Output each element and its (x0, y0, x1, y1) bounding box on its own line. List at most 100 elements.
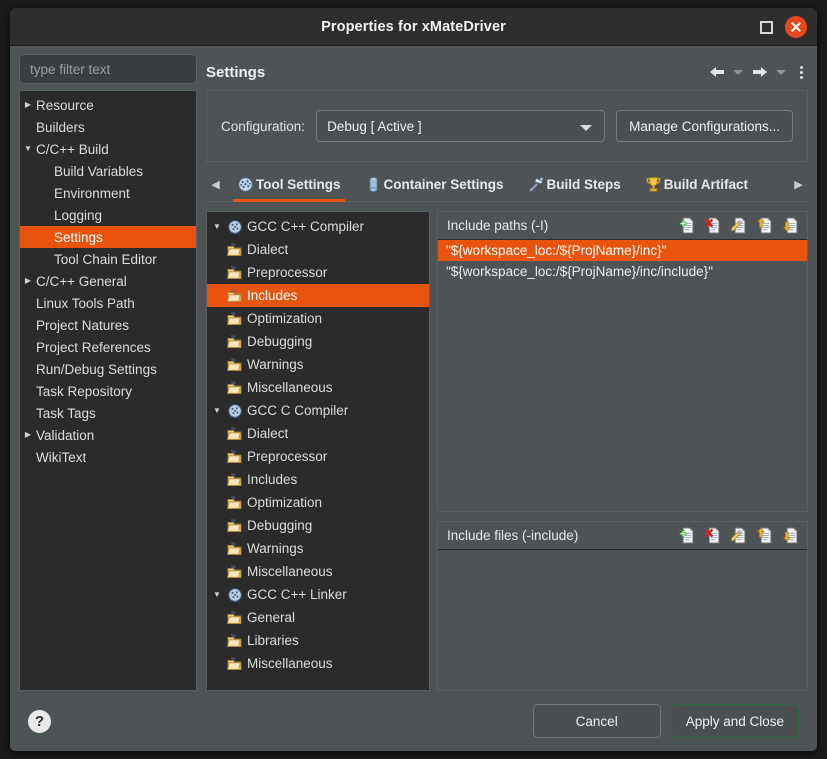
tool-option-preprocessor[interactable]: Preprocessor (207, 261, 429, 284)
edit-icon[interactable] (731, 527, 748, 544)
sidebar-item-logging[interactable]: Logging (20, 204, 196, 226)
sidebar-item-project-natures[interactable]: Project Natures (20, 314, 196, 336)
sidebar-item-project-references[interactable]: Project References (20, 336, 196, 358)
chevron-right-icon[interactable]: ▶ (20, 270, 36, 292)
window-controls (760, 8, 807, 46)
edit-icon[interactable] (731, 217, 748, 234)
tool-option-label: Optimization (247, 311, 323, 326)
tab-tool-settings[interactable]: Tool Settings (225, 168, 353, 202)
sidebar-item-label: Project References (36, 339, 151, 355)
manage-configurations-button[interactable]: Manage Configurations... (616, 110, 793, 142)
sidebar-item-c-c-general[interactable]: ▶ C/C++ General (20, 270, 196, 292)
tool-option-optimization[interactable]: Optimization (207, 491, 429, 514)
close-icon[interactable] (785, 16, 807, 38)
include-files-toolbar (679, 527, 800, 544)
tool-option-includes[interactable]: Includes (207, 468, 429, 491)
navigation-column: ▶ResourceBuilders▼C/C++ BuildBuild Varia… (19, 54, 197, 691)
sidebar-item-build-variables[interactable]: Build Variables (20, 160, 196, 182)
back-history-chevron-down-icon[interactable] (733, 65, 744, 79)
back-arrow-icon[interactable] (708, 63, 726, 81)
include-paths-list[interactable]: "${workspace_loc:/${ProjName}/inc}" "${wo… (438, 240, 807, 511)
tool-option-gcc-c++-linker[interactable]: ▼ GCC C++ Linker (207, 583, 429, 606)
sidebar-item-environment[interactable]: Environment (20, 182, 196, 204)
include-files-list[interactable] (438, 550, 807, 690)
chevron-down-icon[interactable]: ▼ (207, 222, 227, 231)
add-icon[interactable] (679, 527, 696, 544)
sidebar-item-label: Project Natures (36, 317, 130, 333)
sidebar-item-label: Settings (54, 229, 103, 245)
add-icon[interactable] (679, 217, 696, 234)
include-paths-title: Include paths (-I) (447, 218, 549, 233)
sidebar-item-c-c-build[interactable]: ▼ C/C++ Build (20, 138, 196, 160)
sidebar-item-wikitext[interactable]: WikiText (20, 446, 196, 468)
forward-history-chevron-down-icon[interactable] (776, 65, 787, 79)
help-icon[interactable]: ? (28, 709, 51, 733)
apply-and-close-button[interactable]: Apply and Close (670, 704, 799, 738)
tool-option-gcc-c-compiler[interactable]: ▼ GCC C Compiler (207, 399, 429, 422)
maximize-icon[interactable] (760, 20, 773, 34)
delete-icon[interactable] (705, 217, 722, 234)
chevron-down-icon[interactable]: ▼ (207, 406, 227, 415)
list-item[interactable]: "${workspace_loc:/${ProjName}/inc/includ… (438, 261, 807, 282)
tool-option-debugging[interactable]: Debugging (207, 330, 429, 353)
tool-option-gcc-c++-compiler[interactable]: ▼ GCC C++ Compiler (207, 215, 429, 238)
cancel-button[interactable]: Cancel (532, 704, 661, 738)
tool-option-label: Miscellaneous (247, 656, 333, 671)
sidebar-item-task-tags[interactable]: Task Tags (20, 402, 196, 424)
move-up-icon[interactable] (756, 527, 774, 544)
sidebar-item-label: C/C++ Build (36, 141, 109, 157)
configuration-select[interactable]: Debug [ Active ] (316, 110, 606, 142)
tool-option-warnings[interactable]: Warnings (207, 353, 429, 376)
tab-build-artifact[interactable]: Build Artifact (633, 168, 760, 201)
tool-option-label: Miscellaneous (247, 380, 333, 395)
folder-icon (227, 495, 245, 511)
settings-nav-tree[interactable]: ▶ Resource Builders ▼ C/C++ Build Build Varia… (19, 90, 197, 691)
tool-option-includes[interactable]: Includes (207, 284, 429, 307)
sidebar-item-settings[interactable]: Settings (20, 226, 196, 248)
tool-option-label: Warnings (247, 541, 304, 556)
sidebar-item-run-debug-settings[interactable]: Run/Debug Settings (20, 358, 196, 380)
tool-option-warnings[interactable]: Warnings (207, 537, 429, 560)
chevron-right-icon[interactable]: ▶ (20, 424, 36, 446)
tab-scroll-left-icon[interactable]: ◀ (206, 168, 225, 201)
sidebar-item-validation[interactable]: ▶ Validation (20, 424, 196, 446)
tool-option-debugging[interactable]: Debugging (207, 514, 429, 537)
filter-input[interactable] (19, 54, 197, 84)
tool-option-miscellaneous[interactable]: Miscellaneous (207, 560, 429, 583)
move-down-icon[interactable] (782, 527, 800, 544)
forward-arrow-icon[interactable] (751, 63, 769, 81)
chevron-down-icon[interactable]: ▼ (207, 590, 227, 599)
sidebar-item-tool-chain-editor[interactable]: Tool Chain Editor (20, 248, 196, 270)
chevron-right-icon[interactable]: ▶ (20, 94, 36, 116)
tool-option-miscellaneous[interactable]: Miscellaneous (207, 652, 429, 675)
delete-icon[interactable] (705, 527, 722, 544)
tool-option-optimization[interactable]: Optimization (207, 307, 429, 330)
tool-option-dialect[interactable]: Dialect (207, 422, 429, 445)
tool-option-dialect[interactable]: Dialect (207, 238, 429, 261)
tab-container-settings[interactable]: Container Settings (353, 168, 516, 201)
tool-option-label: Dialect (247, 426, 289, 441)
sidebar-item-builders[interactable]: Builders (20, 116, 196, 138)
chevron-down-icon[interactable]: ▼ (20, 138, 36, 160)
tab-build-steps[interactable]: Build Steps (516, 168, 633, 201)
sidebar-item-resource[interactable]: ▶ Resource (20, 94, 196, 116)
tool-option-label: GCC C++ Compiler (247, 219, 365, 234)
view-menu-icon[interactable] (794, 63, 808, 81)
sidebar-item-linux-tools-path[interactable]: Linux Tools Path (20, 292, 196, 314)
move-down-icon[interactable] (782, 217, 800, 234)
option-panels: Include paths (-I) "${workspace_loc:/${P… (430, 211, 808, 691)
sidebar-item-task-repository[interactable]: Task Repository (20, 380, 196, 402)
chevron-down-icon (580, 125, 593, 131)
folder-icon (227, 426, 245, 442)
list-item[interactable]: "${workspace_loc:/${ProjName}/inc}" (438, 240, 807, 261)
sidebar-item-label: C/C++ General (36, 273, 127, 289)
tab-scroll-right-icon[interactable]: ▶ (789, 168, 808, 201)
move-up-icon[interactable] (756, 217, 774, 234)
tool-option-general[interactable]: General (207, 606, 429, 629)
tool-option-libraries[interactable]: Libraries (207, 629, 429, 652)
tool-option-preprocessor[interactable]: Preprocessor (207, 445, 429, 468)
dialog-body: ▶ResourceBuilders▼C/C++ BuildBuild Varia… (10, 46, 817, 691)
tool-option-miscellaneous[interactable]: Miscellaneous (207, 376, 429, 399)
tool-options-tree[interactable]: ▼ GCC C++ Compiler Dialect Preprocessor Incl… (206, 211, 430, 691)
tool-option-label: Warnings (247, 357, 304, 372)
